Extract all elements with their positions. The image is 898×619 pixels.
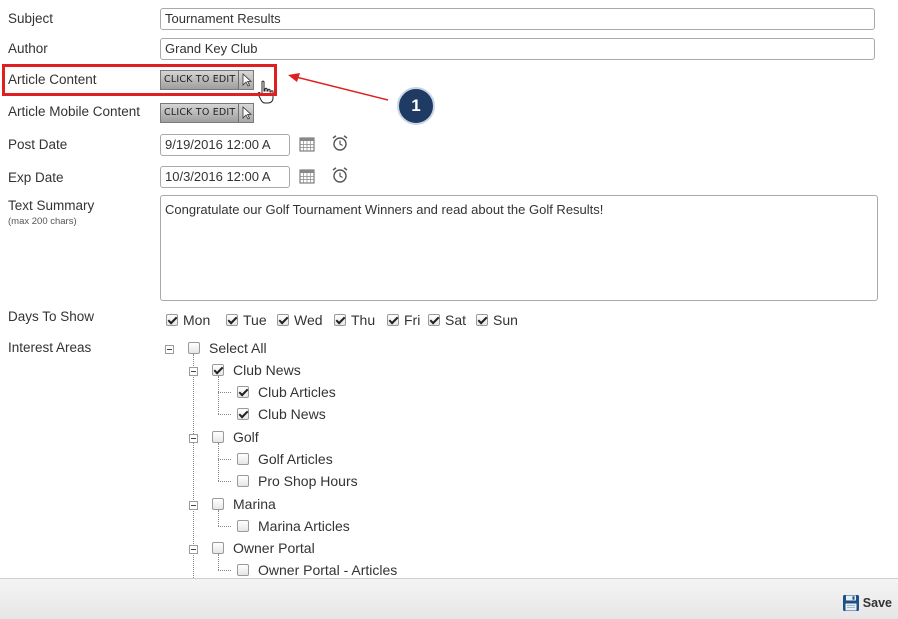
tree-node-golf[interactable]: Golf [212,429,259,445]
tree-connector [218,376,219,414]
tree-node-label: Marina [233,496,276,512]
day-label: Thu [351,312,376,328]
day-label: Wed [294,312,323,328]
checkbox[interactable] [166,314,178,326]
tree-node-label: Golf [233,429,259,445]
post-date-input[interactable]: 9/19/2016 12:00 A [160,134,290,156]
checkbox[interactable] [387,314,399,326]
pointer-icon [238,104,254,122]
day-mon[interactable]: Mon [166,312,210,328]
checkbox[interactable] [212,364,224,376]
day-thu[interactable]: Thu [334,312,375,328]
highlight-box [2,64,277,96]
tree-node-select-all[interactable]: Select All [188,340,267,356]
checkbox[interactable] [237,564,249,576]
clock-icon[interactable] [331,134,349,152]
collapse-toggle[interactable] [189,545,198,554]
tree-node-owner-portal[interactable]: Owner Portal [212,540,315,556]
tree-node-club-news[interactable]: Club News [212,362,301,378]
interest-areas-label: Interest Areas [8,340,92,355]
tree-node-golf-articles[interactable]: Golf Articles [237,451,333,467]
text-summary-textarea[interactable]: Congratulate our Golf Tournament Winners… [160,195,878,301]
checkbox[interactable] [212,431,224,443]
tree-node-label: Owner Portal - Articles [258,562,398,578]
collapse-toggle[interactable] [189,501,198,510]
tree-connector [218,392,231,393]
subject-label: Subject [8,11,54,26]
day-label: Sat [445,312,467,328]
days-to-show-label: Days To Show [8,309,95,324]
checkbox[interactable] [237,408,249,420]
clock-icon[interactable] [331,166,349,184]
checkbox[interactable] [212,542,224,554]
tree-connector [218,554,219,570]
collapse-toggle[interactable] [189,367,198,376]
day-label: Sun [493,312,518,328]
subject-input[interactable]: Tournament Results [160,8,875,30]
tree-node-pro-shop-hours[interactable]: Pro Shop Hours [237,473,358,489]
day-label: Fri [404,312,421,328]
checkbox[interactable] [226,314,238,326]
day-sun[interactable]: Sun [476,312,518,328]
day-fri[interactable]: Fri [387,312,420,328]
tree-node-club-articles[interactable]: Club Articles [237,384,336,400]
text-summary-sublabel: (max 200 chars) [8,216,77,227]
tree-node-marina[interactable]: Marina [212,496,276,512]
tree-node-owner-portal-articles[interactable]: Owner Portal - Articles [237,562,397,578]
checkbox[interactable] [237,386,249,398]
checkbox[interactable] [277,314,289,326]
checkbox[interactable] [237,453,249,465]
day-tue[interactable]: Tue [226,312,267,328]
checkbox[interactable] [237,475,249,487]
checkbox[interactable] [237,520,249,532]
tree-node-marina-articles[interactable]: Marina Articles [237,518,350,534]
tree-node-label: Owner Portal [233,540,315,556]
tree-connector [218,510,219,526]
article-mobile-content-label: Article Mobile Content [8,104,141,119]
tree-connector [218,443,219,481]
day-label: Mon [183,312,211,328]
checkbox[interactable] [428,314,440,326]
tree-connector [218,526,231,527]
step-badge: 1 [397,87,435,125]
author-input[interactable]: Grand Key Club [160,38,875,60]
tree-node-label: Pro Shop Hours [258,473,358,489]
day-label: Tue [243,312,267,328]
tree-node-club-news-child[interactable]: Club News [237,406,326,422]
post-date-label: Post Date [8,137,68,152]
save-label: Save [862,596,892,610]
exp-date-input[interactable]: 10/3/2016 12:00 A [160,166,290,188]
calendar-icon[interactable] [299,169,315,184]
save-button[interactable]: Save [842,594,892,612]
tree-connector [218,481,231,482]
footer-bar: Save [0,578,898,619]
article-mobile-content-edit-label: CLICK TO EDIT [161,104,239,122]
author-label: Author [8,41,48,56]
exp-date-label: Exp Date [8,170,64,185]
callout-arrow [288,73,389,101]
text-summary-label: Text Summary [8,198,95,213]
tree-node-label: Marina Articles [258,518,350,534]
tree-node-label: Golf Articles [258,451,333,467]
day-wed[interactable]: Wed [277,312,323,328]
tree-node-label: Select All [209,340,267,356]
tree-node-label: Club News [258,406,326,422]
floppy-disk-icon [842,595,859,611]
day-sat[interactable]: Sat [428,312,466,328]
collapse-toggle[interactable] [165,345,174,354]
tree-node-label: Club Articles [258,384,336,400]
checkbox[interactable] [334,314,346,326]
tree-connector [218,459,231,460]
tree-connector [218,570,231,571]
checkbox[interactable] [188,342,200,354]
tree-connector [218,414,231,415]
checkbox[interactable] [212,498,224,510]
collapse-toggle[interactable] [189,434,198,443]
article-mobile-content-edit-button[interactable]: CLICK TO EDIT [160,103,255,123]
calendar-icon[interactable] [299,137,315,152]
checkbox[interactable] [476,314,488,326]
tree-node-label: Club News [233,362,301,378]
